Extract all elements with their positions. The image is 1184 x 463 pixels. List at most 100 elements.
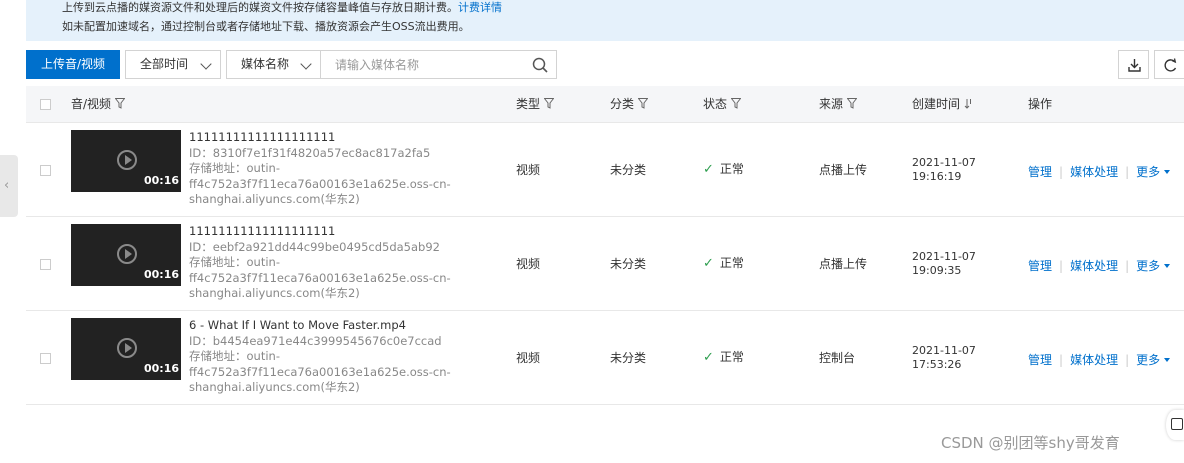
storage-address-line: ff4c752a3f7f11eca76a00163e1a625e.oss-cn- (189, 364, 451, 379)
action-divider: | (1059, 259, 1064, 273)
media-category: 未分类 (610, 163, 647, 177)
chevron-left-icon: ‹ (4, 178, 10, 193)
media-type: 视频 (516, 163, 541, 177)
filter-icon[interactable] (115, 98, 126, 109)
row-actions: 管理 | 媒体处理 | 更多 (1028, 257, 1171, 274)
billing-details-link[interactable]: 计费详情 (458, 1, 502, 14)
table-row: 00:16 11111111111111111111 ID：8310f7e1f3… (26, 123, 1184, 217)
time-range-value: 全部时间 (140, 57, 189, 71)
header-status: 状态 (703, 97, 742, 111)
header-created: 创建时间 (912, 97, 973, 111)
media-title[interactable]: 11111111111111111111 (189, 130, 489, 146)
filter-icon[interactable] (847, 98, 858, 109)
storage-address-label: 存储地址：outin- (189, 349, 280, 363)
media-type: 视频 (516, 351, 541, 365)
media-process-link[interactable]: 媒体处理 (1070, 353, 1118, 367)
media-title[interactable]: 6 - What If I Want to Move Faster.mp4 (189, 318, 489, 334)
action-divider: | (1125, 353, 1130, 367)
storage-address-label: 存储地址：outin- (189, 161, 280, 175)
refresh-icon (1164, 58, 1177, 72)
storage-address-line: ff4c752a3f7f11eca76a00163e1a625e.oss-cn- (189, 270, 451, 285)
more-label: 更多 (1136, 259, 1161, 273)
header-category-label: 分类 (610, 97, 635, 111)
action-divider: | (1125, 259, 1130, 273)
media-info: 6 - What If I Want to Move Faster.mp4 ID… (189, 318, 489, 396)
filter-icon[interactable] (544, 98, 555, 109)
chevron-down-icon (300, 58, 312, 70)
more-dropdown[interactable]: 更多 (1136, 165, 1171, 179)
row-checkbox[interactable] (40, 259, 51, 270)
media-title[interactable]: 11111111111111111111 (189, 224, 489, 240)
notice-line-1: 上传到云点播的媒资源文件和处理后的媒资文件按存储容量峰值与存放日期计费。计费详情 (62, 1, 502, 15)
check-icon: ✓ (703, 256, 714, 271)
created-date: 2021-11-07 (912, 156, 976, 169)
search-input[interactable] (321, 51, 521, 78)
row-checkbox[interactable] (40, 165, 51, 176)
play-icon[interactable] (117, 150, 137, 170)
play-icon[interactable] (117, 338, 137, 358)
header-created-label: 创建时间 (912, 97, 961, 111)
select-all-checkbox[interactable] (40, 99, 51, 110)
check-icon: ✓ (703, 162, 714, 177)
caret-down-icon (1164, 170, 1171, 174)
media-type: 视频 (516, 257, 541, 271)
sort-icon[interactable] (964, 98, 973, 109)
media-source: 点播上传 (819, 257, 868, 271)
status-label: 正常 (719, 256, 744, 270)
row-checkbox[interactable] (40, 353, 51, 364)
more-dropdown[interactable]: 更多 (1136, 259, 1171, 273)
upload-media-button[interactable]: 上传音/视频 (26, 50, 120, 79)
video-duration: 00:16 (143, 174, 179, 187)
feedback-icon (1171, 418, 1183, 430)
created-date: 2021-11-07 (912, 250, 976, 263)
toolbar: 上传音/视频 全部时间 媒体名称 (26, 50, 1184, 80)
manage-link[interactable]: 管理 (1028, 259, 1052, 273)
filter-icon[interactable] (731, 98, 742, 109)
storage-address-region: shanghai.aliyuncs.com(华东2) (189, 380, 360, 394)
media-id: ID：b4454ea971e44c3999545676c0e7ccad (189, 333, 442, 348)
search-box (320, 50, 557, 79)
header-type-label: 类型 (516, 97, 541, 111)
created-date: 2021-11-07 (912, 344, 976, 357)
media-status: ✓ 正常 (703, 162, 744, 177)
play-icon[interactable] (117, 244, 137, 264)
collapse-sidebar-handle[interactable]: ‹ (0, 155, 18, 217)
header-actions: 操作 (1028, 97, 1053, 111)
header-media: 音/视频 (71, 97, 126, 111)
video-thumbnail[interactable]: 00:16 (71, 318, 181, 380)
time-range-select[interactable]: 全部时间 (125, 50, 221, 79)
media-process-link[interactable]: 媒体处理 (1070, 165, 1118, 179)
manage-link[interactable]: 管理 (1028, 165, 1052, 179)
media-process-link[interactable]: 媒体处理 (1070, 259, 1118, 273)
media-source: 点播上传 (819, 163, 868, 177)
download-button[interactable] (1118, 50, 1149, 79)
video-thumbnail[interactable]: 00:16 (71, 130, 181, 192)
refresh-button[interactable] (1154, 50, 1184, 79)
check-icon: ✓ (703, 350, 714, 365)
created-clock: 19:16:19 (912, 170, 962, 183)
created-time: 2021-11-07 19:16:19 (912, 156, 976, 184)
filter-icon[interactable] (638, 98, 649, 109)
header-status-label: 状态 (703, 97, 728, 111)
caret-down-icon (1164, 264, 1171, 268)
media-library-page: 上传到云点播的媒资源文件和处理后的媒资文件按存储容量峰值与存放日期计费。计费详情… (0, 0, 1184, 463)
media-source: 控制台 (819, 351, 856, 365)
header-media-label: 音/视频 (71, 97, 112, 111)
download-icon (1128, 59, 1141, 72)
more-label: 更多 (1136, 353, 1161, 367)
table-header: 音/视频 类型 分类 状态 来源 创建时间 操作 (26, 86, 1184, 123)
search-field-select[interactable]: 媒体名称 (226, 50, 321, 79)
more-dropdown[interactable]: 更多 (1136, 353, 1171, 367)
watermark: CSDN @别团等shy哥发育 (941, 434, 1120, 452)
created-clock: 19:09:35 (912, 264, 962, 277)
feedback-button[interactable] (1166, 410, 1184, 440)
header-source-label: 来源 (819, 97, 844, 111)
media-info: 11111111111111111111 ID：8310f7e1f31f4820… (189, 130, 489, 208)
search-icon[interactable] (532, 57, 548, 73)
action-divider: | (1125, 165, 1130, 179)
video-thumbnail[interactable]: 00:16 (71, 224, 181, 286)
manage-link[interactable]: 管理 (1028, 353, 1052, 367)
notice-text-2: 如未配置加速域名，通过控制台或者存储地址下载、播放资源会产生OSS流出费用。 (62, 20, 470, 33)
chevron-down-icon (200, 58, 212, 70)
billing-notice: 上传到云点播的媒资源文件和处理后的媒资文件按存储容量峰值与存放日期计费。计费详情… (26, 0, 1184, 41)
